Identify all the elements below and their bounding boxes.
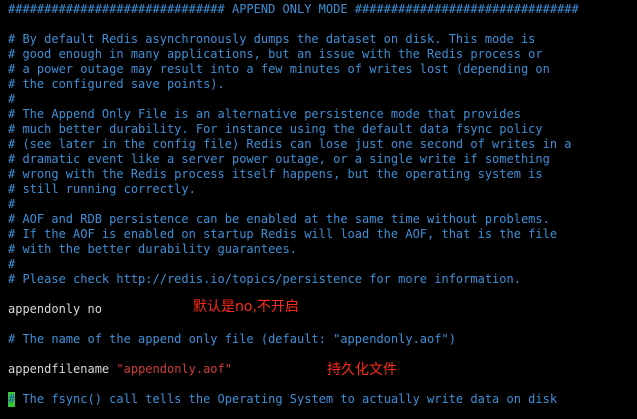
comment-line: # The Append Only File is an alternative…: [8, 107, 521, 121]
comment-line: #: [8, 197, 16, 211]
fsync-comment-line: # The fsync() call tells the Operating S…: [8, 392, 557, 407]
appendonly-key: appendonly: [8, 302, 81, 316]
comment-line: # much better durability. For instance u…: [8, 122, 543, 136]
appendfilename-value: "appendonly.aof": [116, 362, 232, 376]
appendfilename-annotation: 持久化文件: [327, 362, 397, 378]
comment-line: # Please check http://redis.io/topics/pe…: [8, 272, 521, 286]
appendonly-annotation: 默认是no,不开启: [193, 299, 299, 315]
appendonly-value: no: [87, 302, 102, 316]
aof-name-comment: # The name of the append only file (defa…: [8, 332, 456, 346]
comment-line: # If the AOF is enabled on startup Redis…: [8, 227, 558, 241]
appendfilename-setting: appendfilename "appendonly.aof": [8, 362, 232, 377]
appendonly-setting: appendonly no: [8, 302, 102, 317]
comment-line: # a power outage may result into a few m…: [8, 62, 550, 76]
appendfilename-key: appendfilename: [8, 362, 110, 376]
section-header-line: ############################## APPEND ON…: [8, 2, 579, 16]
terminal-editor[interactable]: ############################## APPEND ON…: [0, 0, 637, 419]
comment-line: # wrong with the Redis process itself ha…: [8, 167, 543, 181]
comment-line: #: [8, 92, 16, 106]
comment-line: # (see later in the config file) Redis c…: [8, 137, 572, 151]
comment-line: # the configured save points).: [8, 77, 225, 91]
comment-line: #: [8, 257, 16, 271]
comment-line: # still running correctly.: [8, 182, 196, 196]
comment-line: # dramatic event like a server power out…: [8, 152, 550, 166]
fsync-comment-text: The fsync() call tells the Operating Sys…: [15, 392, 558, 406]
comment-line: # AOF and RDB persistence can be enabled…: [8, 212, 550, 226]
comment-line: # By default Redis asynchronously dumps …: [8, 32, 536, 46]
comment-line: # with the better durability guarantees.: [8, 242, 297, 256]
comment-line: # good enough in many applications, but …: [8, 47, 543, 61]
